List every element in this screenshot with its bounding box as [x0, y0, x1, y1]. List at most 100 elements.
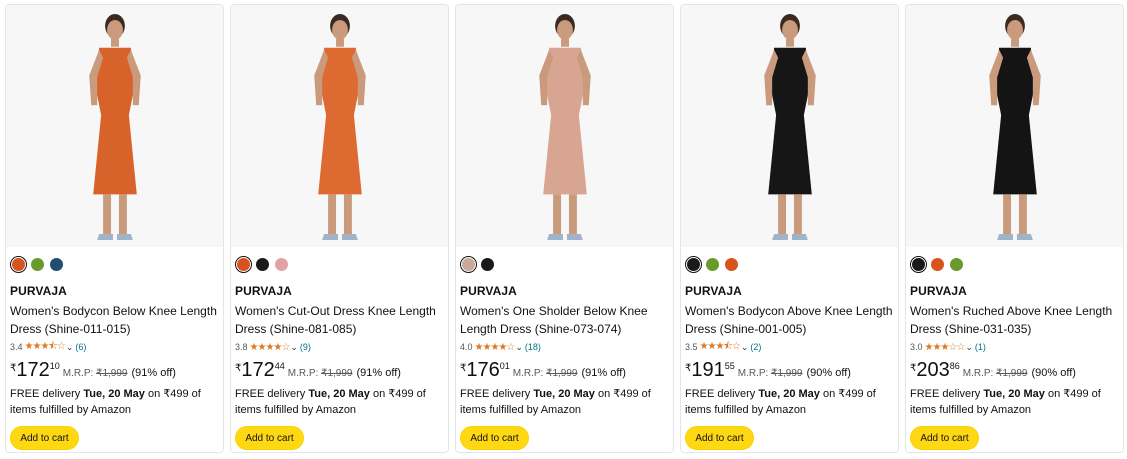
product-image[interactable] [681, 5, 898, 247]
brand-name: PURVAJA [10, 284, 67, 298]
price-whole: 191 [691, 359, 725, 381]
rating-row: 4.0 ★★★★☆ ⌄ (18) [460, 340, 669, 354]
product-title[interactable]: Women's Bodycon Below Knee Length Dress … [10, 302, 219, 338]
review-count-link[interactable]: (9) [300, 342, 311, 352]
brand-name: PURVAJA [685, 284, 742, 298]
star-rating-icon[interactable]: ★★★★☆ [250, 342, 291, 353]
price-whole: 176 [466, 359, 500, 381]
mrp-label: M.R.P: [62, 368, 94, 379]
add-to-cart-button[interactable]: Add to cart [460, 426, 529, 450]
price-whole: 172 [16, 359, 50, 381]
color-swatch[interactable] [12, 257, 25, 271]
brand-name: PURVAJA [910, 284, 967, 298]
mrp: M.R.P: ₹1,999 [963, 368, 1028, 379]
product-image[interactable] [231, 5, 448, 247]
color-swatch[interactable] [50, 257, 63, 271]
product-image[interactable] [456, 5, 673, 247]
mrp: M.R.P: ₹1,999 [63, 368, 128, 379]
product-card[interactable]: PURVAJA Women's Bodycon Below Knee Lengt… [5, 4, 224, 453]
color-swatch[interactable] [912, 257, 925, 271]
color-swatch[interactable] [31, 257, 44, 271]
color-swatch[interactable] [275, 257, 288, 271]
delivery-prefix: FREE delivery [235, 388, 309, 400]
mrp-value: ₹1,999 [546, 368, 578, 379]
color-swatches [460, 255, 669, 273]
star-rating-icon[interactable]: ★★★★☆ [475, 342, 516, 353]
mrp-label: M.R.P: [512, 368, 544, 379]
color-swatch[interactable] [931, 257, 944, 271]
discount-percent: (91% off) [356, 367, 401, 379]
star-rating-icon[interactable]: ★★★☆☆ [925, 342, 966, 353]
price-fraction: 44 [274, 361, 285, 371]
product-title[interactable]: Women's Ruched Above Knee Length Dress (… [910, 302, 1119, 338]
product-title[interactable]: Women's Cut-Out Dress Knee Length Dress … [235, 302, 444, 338]
price-row: ₹ 203 86 M.R.P: ₹1,999 (90% off) [910, 360, 1119, 382]
color-swatches [685, 255, 894, 273]
color-swatch[interactable] [950, 257, 963, 271]
discount-percent: (90% off) [806, 367, 851, 379]
color-swatch[interactable] [237, 257, 250, 271]
mrp-value: ₹1,999 [321, 368, 353, 379]
chevron-down-icon[interactable]: ⌄ [290, 342, 298, 353]
chevron-down-icon[interactable]: ⌄ [515, 342, 523, 353]
delivery-date: Tue, 20 May [758, 388, 820, 400]
rating-value: 3.8 [235, 342, 248, 352]
delivery-date: Tue, 20 May [533, 388, 595, 400]
color-swatch[interactable] [725, 257, 738, 271]
delivery-prefix: FREE delivery [910, 388, 984, 400]
review-count-link[interactable]: (2) [750, 342, 761, 352]
price-row: ₹ 172 10 M.R.P: ₹1,999 (91% off) [10, 360, 219, 382]
rating-value: 4.0 [460, 342, 473, 352]
brand-name: PURVAJA [235, 284, 292, 298]
delivery-prefix: FREE delivery [460, 388, 534, 400]
mrp: M.R.P: ₹1,999 [513, 368, 578, 379]
color-swatch[interactable] [481, 257, 494, 271]
add-to-cart-button[interactable]: Add to cart [10, 426, 79, 450]
review-count-link[interactable]: (6) [75, 342, 86, 352]
delivery-info: FREE delivery Tue, 20 May on ₹499 of ite… [460, 386, 669, 418]
delivery-date: Tue, 20 May [308, 388, 370, 400]
chevron-down-icon[interactable]: ⌄ [965, 342, 973, 353]
color-swatches [910, 255, 1119, 273]
mrp-label: M.R.P: [962, 368, 994, 379]
star-rating-icon[interactable]: ★★★⯪☆ [700, 339, 741, 356]
discount-percent: (90% off) [1031, 367, 1076, 379]
color-swatch[interactable] [687, 257, 700, 271]
product-card[interactable]: PURVAJA Women's Bodycon Above Knee Lengt… [680, 4, 899, 453]
add-to-cart-button[interactable]: Add to cart [235, 426, 304, 450]
add-to-cart-button[interactable]: Add to cart [685, 426, 754, 450]
review-count-link[interactable]: (18) [525, 342, 541, 352]
price-whole: 172 [241, 359, 275, 381]
add-to-cart-button[interactable]: Add to cart [910, 426, 979, 450]
chevron-down-icon[interactable]: ⌄ [741, 342, 749, 353]
mrp-value: ₹1,999 [96, 368, 128, 379]
mrp-label: M.R.P: [287, 368, 319, 379]
rating-row: 3.8 ★★★★☆ ⌄ (9) [235, 340, 444, 354]
discount-percent: (91% off) [581, 367, 626, 379]
delivery-date: Tue, 20 May [983, 388, 1045, 400]
rating-value: 3.0 [910, 342, 923, 352]
product-card[interactable]: PURVAJA Women's One Sholder Below Knee L… [455, 4, 674, 453]
review-count-link[interactable]: (1) [975, 342, 986, 352]
color-swatch[interactable] [462, 257, 475, 271]
color-swatch[interactable] [256, 257, 269, 271]
model-photo [89, 14, 141, 240]
product-image[interactable] [906, 5, 1123, 247]
product-grid: PURVAJA Women's Bodycon Below Knee Lengt… [5, 4, 1124, 453]
product-card[interactable]: PURVAJA Women's Cut-Out Dress Knee Lengt… [230, 4, 449, 453]
delivery-info: FREE delivery Tue, 20 May on ₹499 of ite… [10, 386, 219, 418]
product-card[interactable]: PURVAJA Women's Ruched Above Knee Length… [905, 4, 1124, 453]
model-photo [539, 14, 591, 240]
product-title[interactable]: Women's One Sholder Below Knee Length Dr… [460, 302, 669, 338]
color-swatches [10, 255, 219, 273]
delivery-info: FREE delivery Tue, 20 May on ₹499 of ite… [910, 386, 1119, 418]
color-swatch[interactable] [706, 257, 719, 271]
price-fraction: 10 [49, 361, 60, 371]
product-image[interactable] [6, 5, 223, 247]
delivery-date: Tue, 20 May [83, 388, 145, 400]
star-rating-icon[interactable]: ★★★⯪☆ [25, 339, 66, 356]
chevron-down-icon[interactable]: ⌄ [66, 342, 74, 353]
mrp-value: ₹1,999 [771, 368, 803, 379]
product-title[interactable]: Women's Bodycon Above Knee Length Dress … [685, 302, 894, 338]
discount-percent: (91% off) [131, 367, 176, 379]
